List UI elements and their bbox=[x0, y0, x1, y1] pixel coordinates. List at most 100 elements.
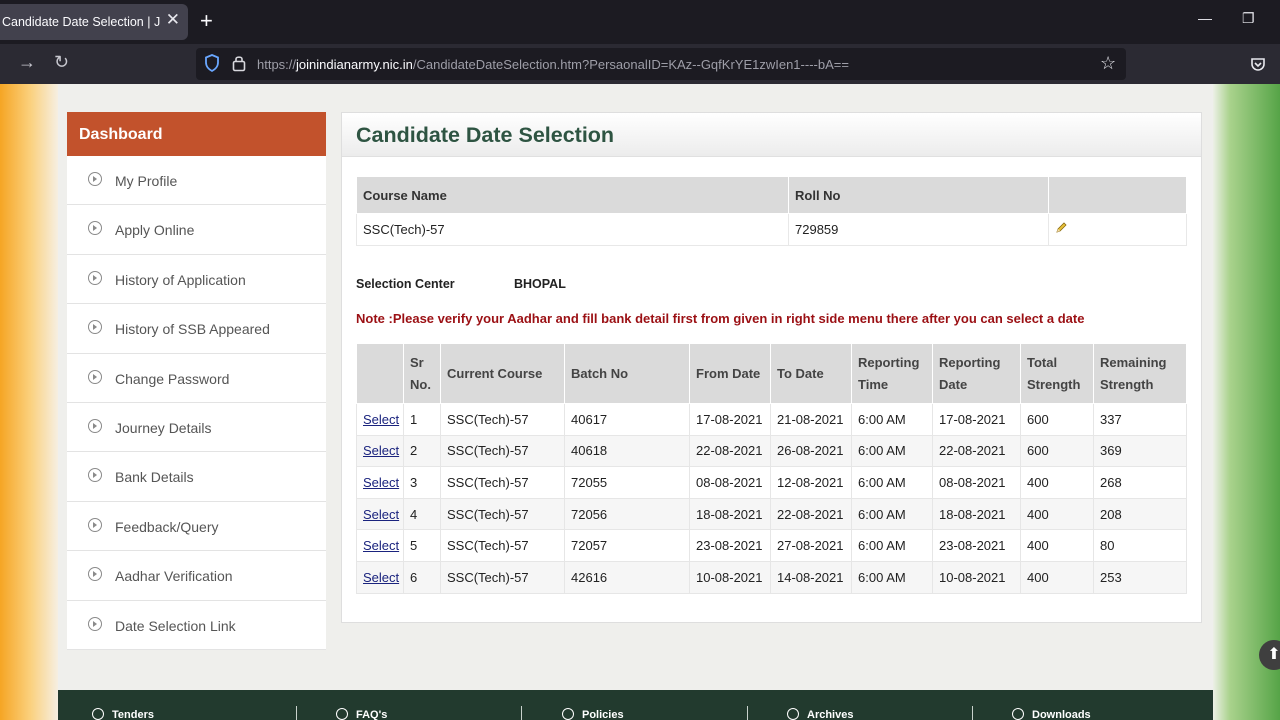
from-date-cell: 08-08-2021 bbox=[689, 466, 771, 499]
page-background: Dashboard My Profile Apply Online Histor… bbox=[0, 84, 1280, 720]
table-row: Select 4 SSC(Tech)-57 72056 18-08-2021 2… bbox=[356, 497, 1187, 531]
batch-cell: 72057 bbox=[564, 529, 690, 562]
column-header: To Date bbox=[770, 343, 852, 404]
from-date-cell: 22-08-2021 bbox=[689, 434, 771, 468]
course-cell: SSC(Tech)-57 bbox=[440, 434, 565, 468]
chevron-circle-icon bbox=[88, 517, 102, 532]
reporting-time-cell: 6:00 AM bbox=[851, 434, 933, 468]
shield-icon[interactable] bbox=[204, 54, 220, 72]
reload-icon[interactable]: ↻ bbox=[54, 52, 69, 73]
footer-divider bbox=[972, 706, 973, 720]
select-batch-link[interactable]: Select bbox=[363, 507, 399, 522]
date-selection-panel: Candidate Date Selection Course Name Rol… bbox=[341, 112, 1202, 623]
edit-cell bbox=[1048, 213, 1187, 246]
sidebar-item-aadhar-verification[interactable]: Aadhar Verification bbox=[67, 551, 326, 601]
to-date-cell: 14-08-2021 bbox=[770, 560, 852, 594]
course-table: Course Name Roll No SSC(Tech)-57 729859 bbox=[356, 176, 1187, 246]
browser-nav-bar: → ↻ https://joinindianarmy.nic.in/Candid… bbox=[0, 44, 1280, 84]
course-cell: SSC(Tech)-57 bbox=[440, 466, 565, 499]
restore-window-icon[interactable]: ❐ bbox=[1242, 10, 1255, 27]
sr-cell: 4 bbox=[403, 497, 441, 531]
sidebar-item-journey-details[interactable]: Journey Details bbox=[67, 402, 326, 453]
pencil-icon[interactable] bbox=[1055, 222, 1067, 234]
forward-icon[interactable]: → bbox=[18, 52, 36, 73]
footer-link-faqs[interactable]: FAQ's bbox=[336, 708, 387, 720]
browser-tab-strip: Candidate Date Selection | Join Indian A… bbox=[0, 0, 1280, 44]
table-header-row: Sr No. Current Course Batch No From Date … bbox=[356, 343, 1187, 404]
chevron-circle-icon bbox=[88, 567, 102, 582]
sidebar-item-my-profile[interactable]: My Profile bbox=[67, 156, 326, 206]
chevron-circle-icon bbox=[787, 708, 799, 720]
chevron-circle-icon bbox=[88, 270, 102, 285]
select-batch-link[interactable]: Select bbox=[363, 443, 399, 458]
to-date-cell: 12-08-2021 bbox=[770, 466, 852, 499]
sidebar-item-change-password[interactable]: Change Password bbox=[67, 353, 326, 403]
course-name-cell: SSC(Tech)-57 bbox=[356, 213, 789, 246]
footer-link-downloads[interactable]: Downloads bbox=[1012, 708, 1091, 720]
selection-center-label: Selection Center bbox=[356, 277, 455, 291]
sidebar-item-feedback-query[interactable]: Feedback/Query bbox=[67, 501, 326, 552]
column-header: Batch No bbox=[564, 343, 690, 404]
column-header: Course Name bbox=[356, 176, 789, 214]
sidebar-item-history-of-ssb[interactable]: History of SSB Appeared bbox=[67, 304, 326, 354]
footer-link-tenders[interactable]: Tenders bbox=[92, 708, 154, 720]
footer-link-archives[interactable]: Archives bbox=[787, 708, 853, 720]
sidebar-item-history-of-application[interactable]: History of Application bbox=[67, 254, 326, 305]
reporting-time-cell: 6:00 AM bbox=[851, 529, 933, 562]
sr-cell: 5 bbox=[403, 529, 441, 562]
from-date-cell: 23-08-2021 bbox=[689, 529, 771, 562]
batch-table: Sr No. Current Course Batch No From Date … bbox=[356, 343, 1187, 594]
chevron-circle-icon bbox=[88, 172, 102, 186]
bookmark-star-icon[interactable]: ☆ bbox=[1100, 53, 1116, 74]
verification-note: Note :Please verify your Aadhar and fill… bbox=[356, 311, 1085, 326]
dashboard-sidebar: Dashboard My Profile Apply Online Histor… bbox=[67, 112, 326, 650]
new-tab-icon[interactable]: + bbox=[200, 9, 213, 33]
to-date-cell: 22-08-2021 bbox=[770, 497, 852, 531]
reporting-time-cell: 6:00 AM bbox=[851, 497, 933, 531]
sidebar-item-label: Journey Details bbox=[115, 419, 212, 436]
sidebar-item-bank-details[interactable]: Bank Details bbox=[67, 452, 326, 502]
footer-divider bbox=[747, 706, 748, 720]
sr-cell: 2 bbox=[403, 434, 441, 468]
sidebar-item-label: My Profile bbox=[115, 173, 178, 189]
sidebar-item-date-selection-link[interactable]: Date Selection Link bbox=[67, 600, 326, 650]
address-bar[interactable]: https://joinindianarmy.nic.in/CandidateD… bbox=[196, 48, 1126, 80]
chevron-circle-icon bbox=[336, 708, 348, 720]
site-footer: Tenders FAQ's Policies Archives Download… bbox=[58, 690, 1213, 720]
sr-cell: 3 bbox=[403, 466, 441, 499]
total-strength-cell: 600 bbox=[1020, 434, 1094, 468]
batch-cell: 72055 bbox=[564, 466, 690, 499]
chevron-circle-icon bbox=[88, 221, 102, 236]
course-cell: SSC(Tech)-57 bbox=[440, 529, 565, 562]
close-tab-icon[interactable]: ✕ bbox=[166, 10, 180, 30]
browser-tab[interactable]: Candidate Date Selection | Join Indian A… bbox=[0, 4, 188, 40]
total-strength-cell: 600 bbox=[1020, 403, 1094, 436]
batch-cell: 72056 bbox=[564, 497, 690, 531]
table-row: Select 5 SSC(Tech)-57 72057 23-08-2021 2… bbox=[356, 529, 1187, 562]
column-header: Reporting Time bbox=[851, 343, 933, 404]
column-header: From Date bbox=[689, 343, 771, 404]
sidebar-item-label: Change Password bbox=[115, 370, 230, 387]
footer-link-policies[interactable]: Policies bbox=[562, 708, 624, 720]
remaining-strength-cell: 337 bbox=[1093, 403, 1187, 436]
table-row: Select 3 SSC(Tech)-57 72055 08-08-2021 1… bbox=[356, 466, 1187, 499]
chevron-circle-icon bbox=[92, 708, 104, 720]
select-batch-link[interactable]: Select bbox=[363, 475, 399, 490]
minimize-window-icon[interactable]: — bbox=[1198, 10, 1212, 26]
chevron-circle-icon bbox=[88, 320, 102, 335]
table-row: SSC(Tech)-57 729859 bbox=[356, 213, 1187, 246]
total-strength-cell: 400 bbox=[1020, 466, 1094, 499]
lock-icon[interactable] bbox=[232, 54, 246, 72]
reporting-time-cell: 6:00 AM bbox=[851, 560, 933, 594]
column-header: Total Strength bbox=[1020, 343, 1094, 404]
sr-cell: 6 bbox=[403, 560, 441, 594]
remaining-strength-cell: 268 bbox=[1093, 466, 1187, 499]
sidebar-item-apply-online[interactable]: Apply Online bbox=[67, 205, 326, 255]
reporting-date-cell: 18-08-2021 bbox=[932, 497, 1021, 531]
select-batch-link[interactable]: Select bbox=[363, 570, 399, 585]
chevron-circle-icon bbox=[1012, 708, 1024, 720]
select-batch-link[interactable]: Select bbox=[363, 538, 399, 553]
select-batch-link[interactable]: Select bbox=[363, 412, 399, 427]
pocket-icon[interactable] bbox=[1250, 56, 1266, 72]
roll-no-cell: 729859 bbox=[788, 213, 1049, 246]
